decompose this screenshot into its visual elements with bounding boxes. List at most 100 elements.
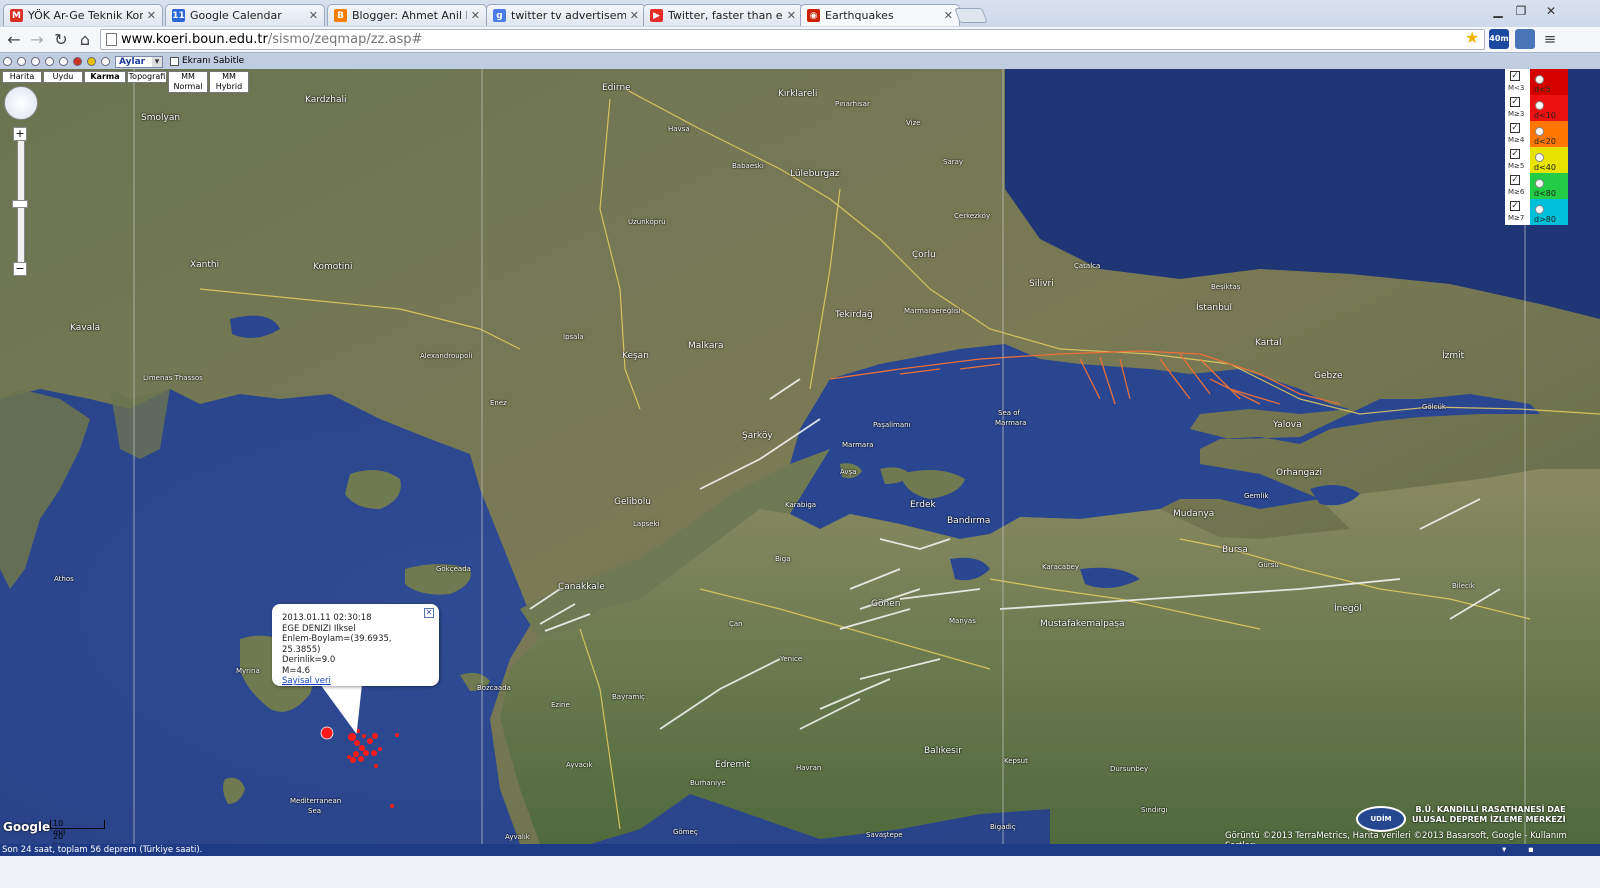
wrench-menu-icon[interactable]: ≡ (1540, 29, 1560, 49)
zoom-in-button[interactable]: + (13, 127, 27, 141)
epicenter-marker[interactable] (367, 738, 373, 744)
tool-icon-2[interactable] (17, 57, 26, 66)
maptype-topografi[interactable]: Topografi (127, 71, 167, 83)
tool-icon-7[interactable] (87, 57, 96, 66)
tool-icon-4[interactable] (45, 57, 54, 66)
place-label: Ayvacık (566, 761, 593, 769)
numeric-data-link[interactable]: Sayisal veri (282, 676, 429, 687)
browser-tab[interactable]: ◉ Earthquakes ✕ (800, 4, 960, 26)
reload-icon[interactable]: ↻ (50, 29, 72, 51)
address-bar[interactable]: www.koeri.boun.edu.tr/sismo/zeqmap/zz.as… (100, 29, 1485, 50)
selected-epicenter-marker[interactable] (320, 726, 334, 740)
extension-icon[interactable] (1515, 29, 1535, 49)
epicenter-marker[interactable] (354, 740, 360, 746)
tool-icon-6[interactable] (73, 57, 82, 66)
place-label: Savaştepe (866, 831, 903, 839)
maptype-karma[interactable]: Karma (84, 71, 126, 83)
legend-checkbox[interactable]: ✓ (1510, 175, 1520, 185)
checkbox-box[interactable] (170, 56, 179, 66)
epicenter-marker[interactable] (358, 756, 364, 762)
url-host: www.koeri.boun.edu.tr (121, 32, 268, 47)
place-label: Lapseki (633, 520, 660, 528)
tab-close-icon[interactable]: ✕ (944, 9, 953, 22)
legend-magnitude[interactable]: ✓ M≥3 (1505, 95, 1530, 121)
extension-badge[interactable]: 40m (1489, 29, 1509, 49)
legend-checkbox[interactable]: ✓ (1510, 71, 1520, 81)
browser-tab[interactable]: g twitter tv advertisement ear ✕ (486, 4, 646, 26)
legend-depth-label: d<40 (1534, 163, 1556, 172)
place-label: İstanbul (1196, 303, 1233, 313)
legend-depth-dot (1535, 75, 1544, 84)
legend-depth-label: d<5 (1534, 85, 1551, 94)
tab-title: Blogger: Ahmet Anil Dindar - (352, 9, 467, 22)
epicenter-marker[interactable] (348, 733, 356, 741)
tab-close-icon[interactable]: ✕ (309, 9, 318, 22)
map-canvas[interactable]: Edirne Havsa Kırklareli Pınarhisar Vize … (0, 69, 1600, 844)
status-text: Son 24 saat, toplam 56 deprem (Türkiye s… (2, 845, 203, 855)
tool-icon-1[interactable] (3, 57, 12, 66)
epicenter-marker[interactable] (363, 750, 369, 756)
tab-close-icon[interactable]: ✕ (147, 9, 156, 22)
tab-close-icon[interactable]: ✕ (787, 9, 796, 22)
pan-control[interactable] (4, 86, 38, 120)
zoom-handle[interactable] (12, 200, 28, 208)
legend-magnitude[interactable]: ✓ M≥4 (1505, 121, 1530, 147)
legend-magnitude[interactable]: ✓ M≥7 (1505, 199, 1530, 225)
maptype-mm-normal[interactable]: MM Normal (168, 71, 208, 93)
legend-checkbox[interactable]: ✓ (1510, 149, 1520, 159)
epicenter-marker[interactable] (371, 750, 377, 756)
browser-tab[interactable]: ▶ Twitter, faster than earthqu ✕ (643, 4, 803, 26)
tab-close-icon[interactable]: ✕ (471, 9, 480, 22)
epicenter-marker[interactable] (359, 745, 365, 751)
back-icon[interactable]: ← (3, 29, 25, 51)
maptype-mm-hybrid[interactable]: MM Hybrid (209, 71, 249, 93)
legend-magnitude[interactable]: ✓ M≥5 (1505, 147, 1530, 173)
tab-close-icon[interactable]: ✕ (630, 9, 639, 22)
browser-tab[interactable]: B Blogger: Ahmet Anil Dindar - ✕ (327, 4, 487, 26)
browser-tab[interactable]: M YÖK Ar-Ge Teknik Komitesi ç ✕ (3, 4, 163, 26)
minimize-button[interactable]: ▁ (1487, 3, 1509, 19)
place-label: Ezine (551, 701, 570, 709)
epicenter-marker[interactable] (378, 747, 382, 751)
browser-tab[interactable]: 11 Google Calendar ✕ (165, 4, 325, 26)
status-arrow-icon[interactable]: ▾ (1502, 844, 1506, 856)
epicenter-marker[interactable] (353, 751, 359, 757)
place-label: Gemlik (1244, 492, 1269, 500)
home-icon[interactable]: ⌂ (74, 29, 96, 51)
bookmark-star-icon[interactable]: ★ (1465, 28, 1479, 47)
maptype-uydu[interactable]: Uydu (43, 71, 83, 83)
tool-icon-3[interactable] (31, 57, 40, 66)
place-label: Lüleburgaz (790, 169, 840, 179)
epicenter-marker[interactable] (390, 804, 394, 808)
place-label: Beşiktaş (1211, 283, 1241, 291)
tool-icon-8[interactable] (101, 57, 110, 66)
legend-checkbox[interactable]: ✓ (1510, 123, 1520, 133)
epicenter-marker[interactable] (347, 755, 351, 759)
tool-icon-5[interactable] (59, 57, 68, 66)
epicenter-marker[interactable] (374, 764, 378, 768)
status-expand-icon[interactable]: ▪ (1528, 844, 1534, 856)
period-select[interactable]: Aylar (115, 56, 163, 68)
epicenter-marker[interactable] (395, 733, 399, 737)
legend-magnitude[interactable]: ✓ M<3 (1505, 69, 1530, 95)
maximize-button[interactable]: ❐ (1510, 3, 1532, 19)
close-window-button[interactable]: ✕ (1540, 3, 1562, 19)
place-label: Uzunköprü (628, 218, 666, 226)
new-tab-button[interactable] (954, 8, 988, 23)
browser-chrome: M YÖK Ar-Ge Teknik Komitesi ç ✕ 11 Google Ca… (0, 0, 1600, 55)
place-label: Limenas Thassos (143, 374, 203, 382)
epicenter-marker[interactable] (362, 734, 366, 738)
fix-screen-checkbox[interactable]: Ekranı Sabitle (170, 56, 244, 66)
google-logo[interactable]: Google (3, 820, 50, 834)
legend-depth: d<20 (1530, 121, 1568, 147)
forward-icon[interactable]: → (26, 29, 48, 51)
zoom-out-button[interactable]: − (13, 262, 27, 276)
legend-checkbox[interactable]: ✓ (1510, 97, 1520, 107)
legend-row: ✓ M<3 d<5 (1505, 69, 1568, 95)
epicenter-marker[interactable] (350, 757, 356, 763)
quake-datetime: 2013.01.11 02:30:18 (282, 613, 372, 623)
close-icon[interactable]: ✕ (424, 608, 434, 618)
legend-checkbox[interactable]: ✓ (1510, 201, 1520, 211)
maptype-harita[interactable]: Harita (2, 71, 42, 83)
legend-magnitude[interactable]: ✓ M≥6 (1505, 173, 1530, 199)
